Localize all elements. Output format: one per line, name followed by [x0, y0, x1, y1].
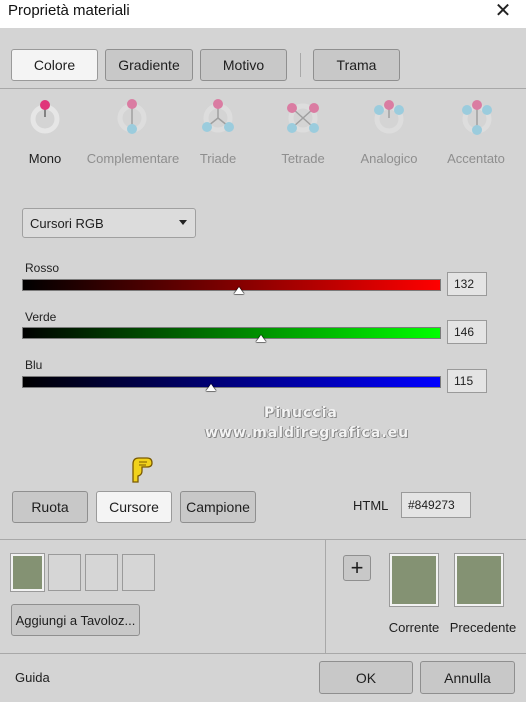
add-to-palette-button[interactable]: Aggiungi a Tavoloz... [11, 604, 140, 636]
red-slider-thumb[interactable] [233, 287, 244, 294]
previous-color-label: Precedente [449, 620, 517, 635]
green-value-field[interactable]: 146 [447, 320, 487, 344]
harmony-accentato-icon[interactable] [457, 96, 497, 141]
divider [0, 88, 526, 89]
tab-divider [300, 53, 301, 77]
blue-slider-thumb[interactable] [206, 384, 217, 391]
help-link[interactable]: Guida [15, 670, 50, 685]
green-slider-thumb[interactable] [256, 335, 267, 342]
previous-color-swatch[interactable] [454, 553, 504, 607]
ruota-button[interactable]: Ruota [12, 491, 88, 523]
harmony-label-mono[interactable]: Mono [0, 151, 95, 166]
tab-trama[interactable]: Trama [313, 49, 400, 81]
blue-value-field[interactable]: 115 [447, 369, 487, 393]
campione-button[interactable]: Campione [180, 491, 256, 523]
close-icon[interactable]: ✕ [492, 1, 514, 23]
tab-motivo[interactable]: Motivo [200, 49, 287, 81]
divider [0, 539, 526, 540]
current-color-label: Corrente [388, 620, 440, 635]
recent-swatch[interactable] [10, 553, 45, 592]
harmony-label-accentato[interactable]: Accentato [426, 151, 526, 166]
ok-button[interactable]: OK [319, 661, 413, 694]
current-color-swatch [389, 553, 439, 607]
harmony-analogico-icon[interactable] [369, 96, 409, 141]
harmony-label-tetrade[interactable]: Tetrade [253, 151, 353, 166]
cursore-button[interactable]: Cursore [96, 491, 172, 523]
harmony-complementare-icon[interactable] [112, 96, 152, 141]
harmony-tetrade-icon[interactable] [283, 96, 323, 141]
tab-colore[interactable]: Colore [11, 49, 98, 81]
mode-dropdown[interactable]: Cursori RGB [22, 208, 196, 238]
window-title: Proprietà materiali [8, 2, 130, 19]
cancel-button[interactable]: Annulla [420, 661, 515, 694]
divider [0, 653, 526, 654]
harmony-mono-icon[interactable] [25, 96, 65, 141]
watermark-line-1: Pinuccia [264, 405, 338, 421]
html-color-field[interactable]: #849273 [401, 492, 471, 518]
recent-swatch[interactable] [85, 554, 118, 591]
harmony-label-analogico[interactable]: Analogico [339, 151, 439, 166]
slider-label-green: Verde [25, 310, 57, 324]
green-slider-track[interactable] [22, 327, 441, 339]
watermark-line-2: www.maldiregrafica.eu [205, 425, 410, 441]
red-slider-track[interactable] [22, 279, 441, 291]
recent-swatch[interactable] [122, 554, 155, 591]
html-label: HTML [353, 498, 389, 513]
add-icon[interactable]: + [343, 555, 371, 581]
mode-dropdown-value: Cursori RGB [30, 215, 104, 231]
tab-gradiente[interactable]: Gradiente [105, 49, 193, 81]
slider-label-red: Rosso [25, 261, 60, 275]
harmony-triade-icon[interactable] [198, 96, 238, 141]
recent-swatch[interactable] [48, 554, 81, 591]
slider-label-blue: Blu [25, 358, 43, 372]
panel-divider [325, 539, 326, 653]
red-value-field[interactable]: 132 [447, 272, 487, 296]
blue-slider-track[interactable] [22, 376, 441, 388]
chevron-down-icon [179, 220, 187, 225]
pointing-hand-icon [127, 452, 155, 493]
